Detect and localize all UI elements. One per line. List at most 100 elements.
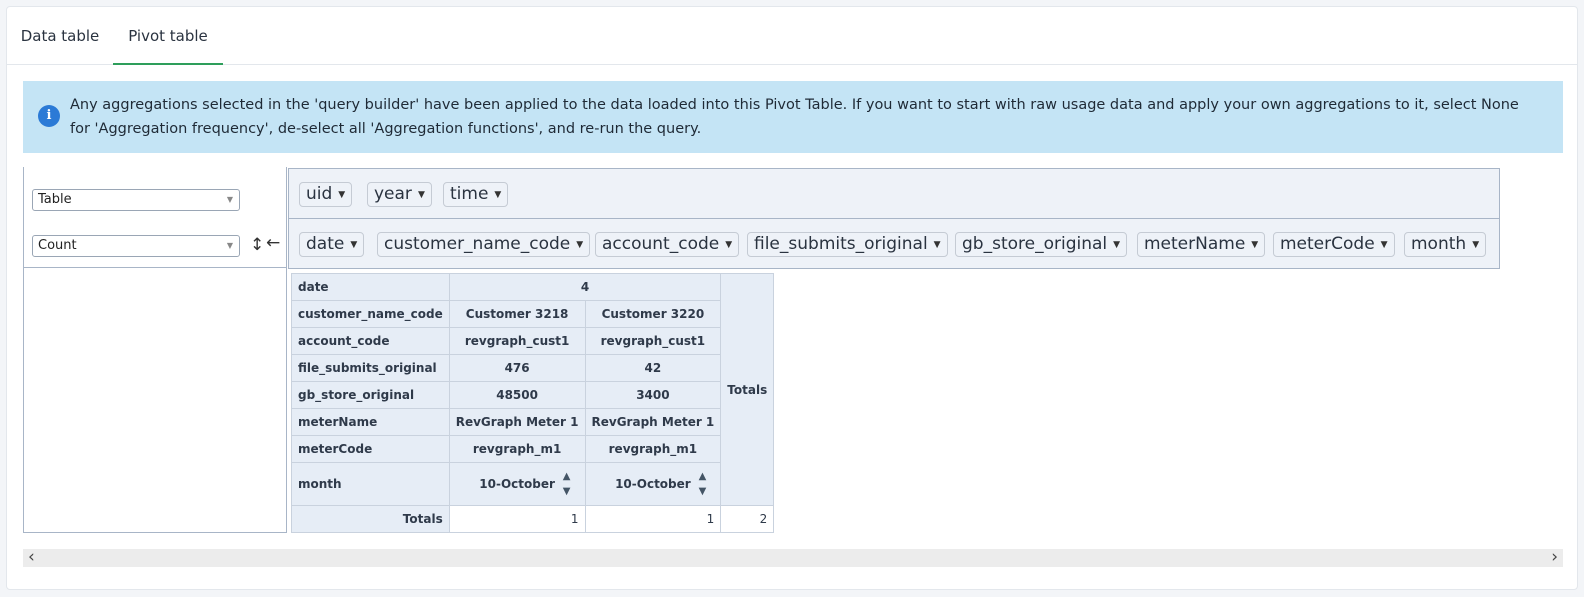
header-cell: revgraph_cust1: [448, 327, 586, 355]
chevron-down-icon[interactable]: ▼: [338, 190, 345, 200]
sort-down-icon[interactable]: ▼: [699, 486, 707, 497]
row-order-icon[interactable]: ↕: [250, 235, 264, 255]
grand-total-cell: 2: [720, 505, 775, 533]
table-row: meterCode revgraph_m1 revgraph_m1: [291, 435, 774, 463]
scroll-right-icon[interactable]: ›: [1551, 549, 1558, 566]
pivot-card: Data table Pivot table i Any aggregation…: [6, 6, 1578, 590]
row-header: account_code: [291, 327, 450, 355]
scroll-left-icon[interactable]: ‹: [28, 549, 35, 566]
col-attr-label: time: [450, 184, 489, 204]
renderer-select-value: Table: [38, 192, 72, 207]
row-header: meterName: [291, 408, 450, 436]
header-cell: revgraph_cust1: [584, 327, 722, 355]
header-cell: RevGraph Meter 1: [584, 408, 722, 436]
chevron-down-icon[interactable]: ▼: [1472, 240, 1479, 250]
total-cell: 1: [584, 505, 722, 533]
row-attr-label: meterCode: [1280, 234, 1375, 254]
row-attr-metercode[interactable]: meterCode ▼: [1273, 232, 1395, 257]
chevron-down-icon: ▼: [226, 241, 233, 250]
row-attributes-area[interactable]: date ▼ customer_name_code ▼ account_code ▼ …: [288, 218, 1500, 269]
chevron-down-icon: ▼: [226, 195, 233, 204]
header-cell: 42: [584, 354, 722, 382]
table-row: account_code revgraph_cust1 revgraph_cus…: [291, 327, 774, 355]
header-cell: 48500: [448, 381, 586, 409]
row-attr-label: gb_store_original: [962, 234, 1108, 254]
tab-pivot-table[interactable]: Pivot table: [113, 7, 223, 65]
tab-data-table[interactable]: Data table: [7, 7, 113, 65]
date-value-cell: 4: [448, 273, 722, 301]
table-row: month 10-October ▲ ▼ 10-October ▲ ▼: [291, 462, 774, 506]
table-row: customer_name_code Customer 3218 Custome…: [291, 300, 774, 328]
row-header: meterCode: [291, 435, 450, 463]
pivot-table: date 4 Totals customer_name_code Custome…: [291, 273, 775, 533]
header-cell: 476: [448, 354, 586, 382]
chevron-down-icon[interactable]: ▼: [576, 240, 583, 250]
table-row: gb_store_original 48500 3400: [291, 381, 774, 409]
aggregator-select[interactable]: Count ▼: [32, 235, 240, 257]
header-cell-label: 10-October: [479, 477, 555, 491]
row-attr-label: customer_name_code: [384, 234, 571, 254]
info-banner-text: Any aggregations selected in the 'query …: [70, 97, 1519, 137]
col-order-icon[interactable]: ←: [266, 233, 280, 253]
chevron-down-icon[interactable]: ▼: [934, 240, 941, 250]
row-header: date: [291, 273, 450, 301]
col-attr-year[interactable]: year ▼: [367, 182, 432, 207]
header-cell-sortable[interactable]: 10-October ▲ ▼: [584, 462, 722, 506]
totals-row-label: Totals: [291, 505, 450, 533]
chevron-down-icon[interactable]: ▼: [350, 240, 357, 250]
totals-header: Totals: [720, 273, 775, 506]
col-attr-uid[interactable]: uid ▼: [299, 182, 353, 207]
col-attr-time[interactable]: time ▼: [443, 182, 509, 207]
header-cell: RevGraph Meter 1: [448, 408, 586, 436]
divider: [24, 267, 286, 268]
row-attr-label: account_code: [602, 234, 720, 254]
row-attr-gb-store-original[interactable]: gb_store_original ▼: [955, 232, 1128, 257]
header-cell: revgraph_m1: [584, 435, 722, 463]
row-header: customer_name_code: [291, 300, 450, 328]
sort-up-icon[interactable]: ▲: [699, 471, 707, 482]
table-row: file_submits_original 476 42: [291, 354, 774, 382]
total-cell: 1: [448, 505, 586, 533]
totals-row: Totals 1 1 2: [291, 505, 775, 533]
row-attr-label: meterName: [1144, 234, 1246, 254]
row-attr-date[interactable]: date ▼: [299, 232, 365, 257]
col-attr-label: uid: [306, 184, 333, 204]
row-header: file_submits_original: [291, 354, 450, 382]
header-cell: revgraph_m1: [448, 435, 586, 463]
row-attr-label: date: [306, 234, 345, 254]
sort-arrows-icon[interactable]: ▲ ▼: [699, 469, 707, 499]
col-attr-label: year: [374, 184, 412, 204]
header-cell-sortable[interactable]: 10-October ▲ ▼: [448, 462, 586, 506]
header-cell: Customer 3218: [448, 300, 586, 328]
aggregator-select-value: Count: [38, 238, 77, 253]
sort-down-icon[interactable]: ▼: [563, 486, 571, 497]
header-cell: Customer 3220: [584, 300, 722, 328]
row-attr-label: month: [1411, 234, 1467, 254]
renderer-select[interactable]: Table ▼: [32, 189, 240, 211]
tab-bar: Data table Pivot table: [7, 7, 1577, 65]
column-attributes-area[interactable]: uid ▼ year ▼ time ▼: [288, 168, 1500, 219]
header-cell-label: 10-October: [615, 477, 691, 491]
chevron-down-icon[interactable]: ▼: [494, 190, 501, 200]
horizontal-scrollbar[interactable]: ‹ ›: [23, 549, 1563, 567]
row-header: gb_store_original: [291, 381, 450, 409]
table-row: meterName RevGraph Meter 1 RevGraph Mete…: [291, 408, 774, 436]
sort-up-icon[interactable]: ▲: [563, 471, 571, 482]
row-attr-customer-name-code[interactable]: customer_name_code ▼: [377, 232, 591, 257]
table-row: date 4 Totals: [291, 273, 775, 506]
chevron-down-icon[interactable]: ▼: [1251, 240, 1258, 250]
chevron-down-icon[interactable]: ▼: [725, 240, 732, 250]
row-attr-label: file_submits_original: [754, 234, 928, 254]
header-cell: 3400: [584, 381, 722, 409]
row-attr-metername[interactable]: meterName ▼: [1137, 232, 1266, 257]
pivot-controls-panel: Table ▼ Count ▼ ↕ ←: [23, 167, 287, 533]
chevron-down-icon[interactable]: ▼: [1381, 240, 1388, 250]
row-attr-account-code[interactable]: account_code ▼: [595, 232, 740, 257]
chevron-down-icon[interactable]: ▼: [418, 190, 425, 200]
chevron-down-icon[interactable]: ▼: [1113, 240, 1120, 250]
row-attr-month[interactable]: month ▼: [1404, 232, 1487, 257]
info-banner: i Any aggregations selected in the 'quer…: [23, 81, 1563, 153]
row-attr-file-submits-original[interactable]: file_submits_original ▼: [747, 232, 948, 257]
info-icon: i: [38, 105, 60, 127]
sort-arrows-icon[interactable]: ▲ ▼: [563, 469, 571, 499]
